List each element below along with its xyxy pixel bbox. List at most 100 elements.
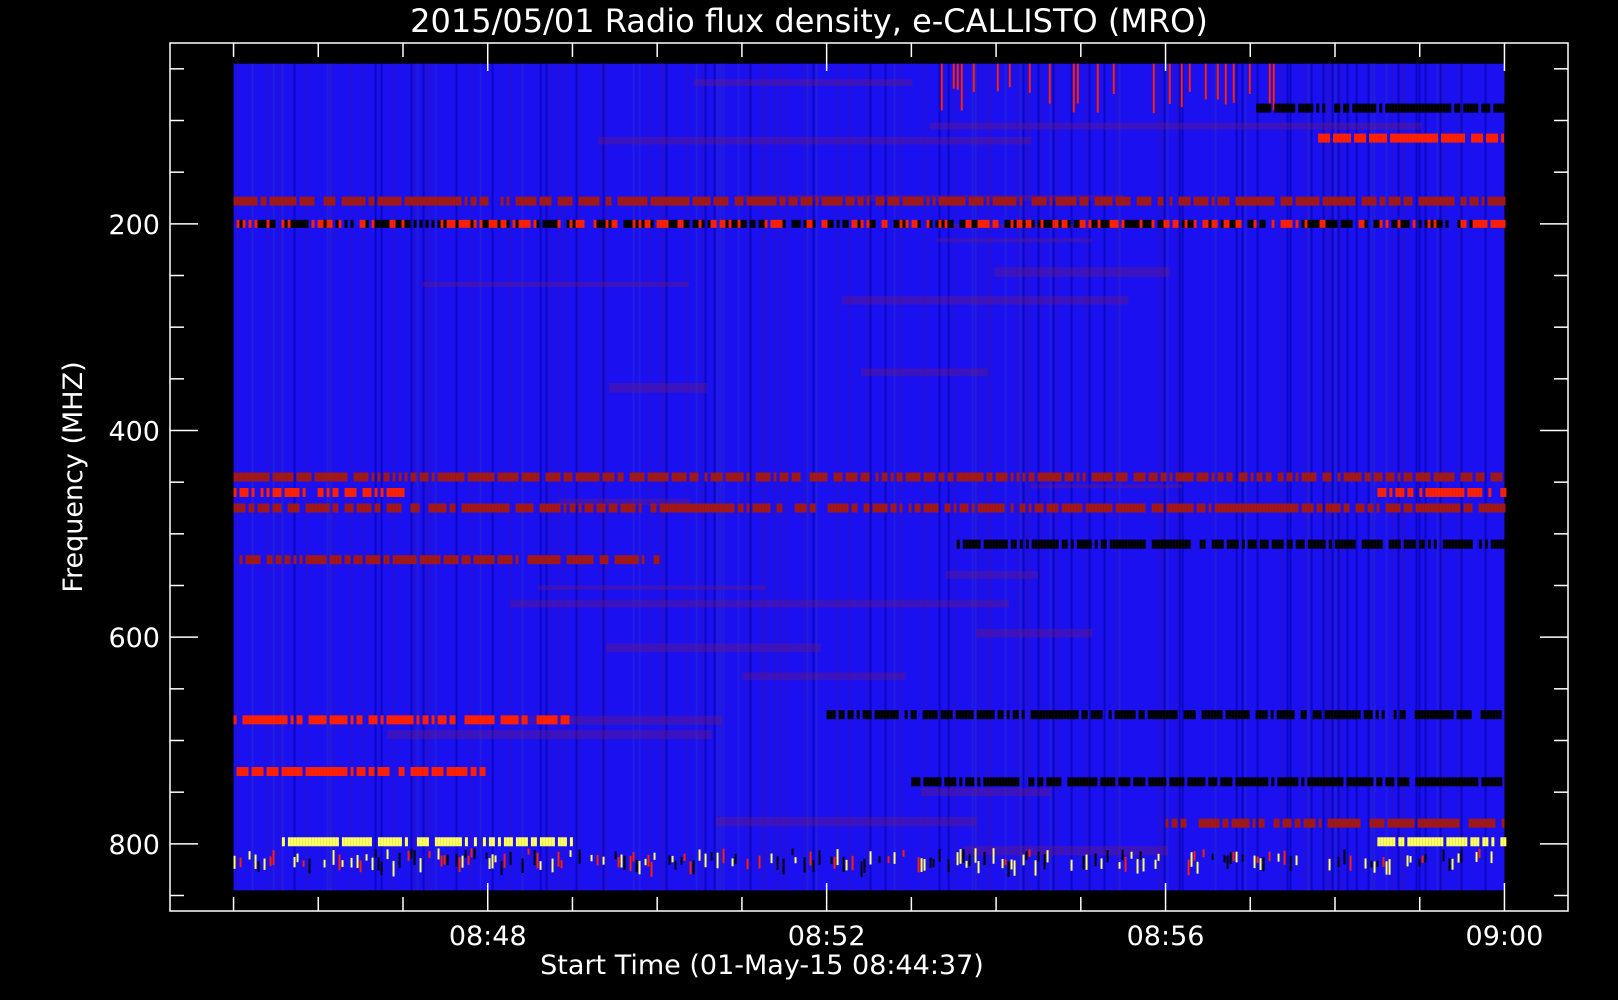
band-cell bbox=[1334, 103, 1338, 113]
band-spike bbox=[1076, 63, 1079, 104]
band-dash bbox=[470, 848, 473, 858]
band-cell bbox=[383, 196, 387, 206]
band-cell bbox=[1499, 503, 1503, 513]
band-cell bbox=[293, 488, 297, 497]
band-cell bbox=[1210, 710, 1214, 720]
band-cell bbox=[1408, 818, 1412, 828]
band-cell bbox=[1358, 219, 1362, 228]
band-cell bbox=[446, 837, 450, 847]
band-cell bbox=[440, 715, 444, 725]
band-cell bbox=[392, 196, 396, 206]
band-cell bbox=[1208, 503, 1212, 513]
band-cell bbox=[1117, 710, 1121, 720]
band-cell bbox=[1103, 777, 1107, 787]
band-cell bbox=[737, 472, 741, 482]
band-cell bbox=[1148, 777, 1152, 787]
band-cell bbox=[305, 219, 309, 228]
band-cell bbox=[1369, 710, 1373, 720]
band-cell bbox=[242, 196, 246, 206]
band-cell bbox=[1226, 777, 1230, 787]
band-cell bbox=[1022, 219, 1026, 228]
band-cell bbox=[1363, 133, 1367, 143]
band-cell bbox=[515, 196, 519, 206]
band-cell bbox=[803, 219, 807, 228]
band-cell bbox=[1301, 103, 1305, 113]
band-cell bbox=[1040, 219, 1044, 228]
band-cell bbox=[527, 503, 531, 513]
band-cell bbox=[1055, 777, 1059, 787]
band-cell bbox=[1424, 777, 1428, 787]
band-cell bbox=[1495, 710, 1499, 720]
band-cell bbox=[1175, 219, 1179, 228]
band-cell bbox=[398, 555, 402, 565]
band-cell bbox=[458, 472, 462, 482]
band-cell bbox=[1193, 777, 1197, 787]
band-dash bbox=[509, 852, 512, 866]
band-cell bbox=[779, 196, 783, 206]
band-cell bbox=[800, 196, 804, 206]
band-cell bbox=[548, 196, 552, 206]
band-cell bbox=[299, 196, 303, 206]
band-cell bbox=[686, 503, 690, 513]
band-cell bbox=[1321, 133, 1325, 143]
band-dash bbox=[464, 849, 467, 858]
band-cell bbox=[1268, 503, 1272, 513]
band-cell bbox=[500, 715, 504, 725]
band-cell bbox=[1375, 818, 1379, 828]
band-cell bbox=[1226, 196, 1230, 206]
band-cell bbox=[548, 472, 552, 482]
band-cell bbox=[1238, 777, 1242, 787]
band-cell bbox=[356, 767, 360, 776]
band-cell bbox=[1466, 503, 1470, 513]
band-cell bbox=[554, 555, 558, 565]
band-cell bbox=[293, 196, 297, 206]
band-cell bbox=[1388, 503, 1392, 513]
band-dash bbox=[620, 854, 623, 868]
band-cell bbox=[1013, 219, 1017, 228]
texture-stripe bbox=[1334, 63, 1337, 891]
band-cell bbox=[1418, 472, 1422, 482]
band-cell bbox=[638, 472, 642, 482]
band-cell bbox=[1390, 818, 1394, 828]
band-cell bbox=[1487, 777, 1491, 787]
band-cell bbox=[1211, 777, 1215, 787]
band-cell bbox=[668, 196, 672, 206]
band-cell bbox=[1388, 103, 1392, 113]
band-cell bbox=[968, 196, 972, 206]
band-cell bbox=[980, 472, 984, 482]
mottling-patch bbox=[606, 643, 821, 653]
band-cell bbox=[584, 196, 588, 206]
band-cell bbox=[1205, 219, 1209, 228]
band-cell bbox=[1310, 777, 1314, 787]
band-cell bbox=[899, 503, 903, 513]
band-cell bbox=[1073, 777, 1077, 787]
band-cell bbox=[1031, 539, 1035, 549]
band-cell bbox=[257, 472, 261, 482]
band-cell bbox=[1376, 472, 1380, 482]
band-cell bbox=[1043, 472, 1047, 482]
band-cell bbox=[1196, 503, 1200, 513]
band-dash bbox=[1193, 851, 1196, 861]
band-cell bbox=[476, 503, 480, 513]
chart-title: 2015/05/01 Radio flux density, e-CALLIST… bbox=[410, 2, 1208, 40]
band-cell bbox=[344, 715, 348, 725]
band-cell bbox=[671, 196, 675, 206]
band-cell bbox=[1417, 710, 1421, 720]
band-cell bbox=[236, 472, 240, 482]
band-cell bbox=[1159, 710, 1163, 720]
band-cell bbox=[1453, 818, 1457, 828]
band-cell bbox=[545, 219, 549, 228]
band-cell bbox=[1139, 539, 1143, 549]
band-cell bbox=[1286, 539, 1290, 549]
band-cell bbox=[554, 715, 558, 725]
band-cell bbox=[776, 219, 780, 228]
band-cell bbox=[1202, 196, 1206, 206]
band-dash bbox=[1106, 850, 1109, 863]
band-cell bbox=[569, 837, 573, 847]
band-cell bbox=[305, 837, 309, 847]
band-dash bbox=[455, 853, 458, 867]
band-cell bbox=[1076, 539, 1080, 549]
band-cell bbox=[1373, 219, 1377, 228]
band-cell bbox=[1310, 103, 1314, 113]
band-cell bbox=[404, 555, 408, 565]
